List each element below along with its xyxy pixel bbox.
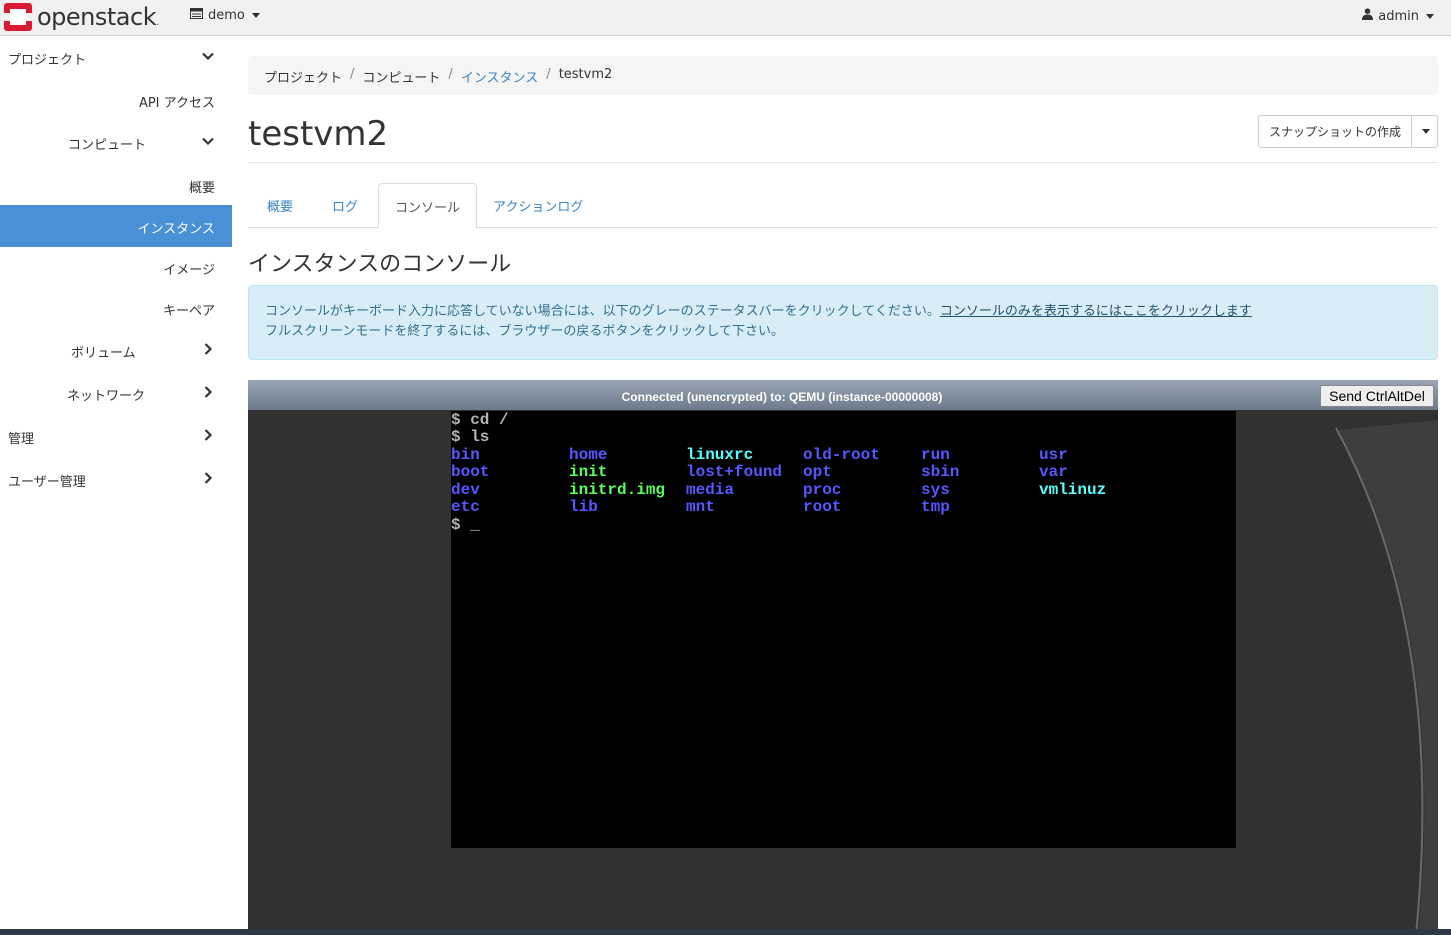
ls-entry: linuxrc: [686, 446, 754, 464]
user-name: admin: [1378, 8, 1419, 24]
sidebar-item-project[interactable]: プロジェクト: [0, 36, 232, 78]
chevron-right-icon: [204, 343, 213, 355]
sidebar-item-admin[interactable]: 管理: [0, 415, 232, 457]
sidebar-item-label: ユーザー管理: [8, 475, 86, 490]
snapshot-action-group: スナップショットの作成: [1257, 115, 1438, 148]
ls-entry: initrd.img: [569, 481, 666, 499]
sidebar-item-label: ボリューム: [71, 346, 136, 361]
breadcrumb-current: testvm2: [558, 67, 613, 82]
send-ctrl-alt-del-button[interactable]: Send CtrlAltDel: [1320, 385, 1434, 407]
chevron-right-icon: [204, 386, 213, 398]
ls-entry: root: [803, 498, 842, 516]
brand[interactable]: openstack.: [3, 1, 159, 33]
sidebar-item-label: 管理: [8, 432, 35, 447]
ls-entry: old-root: [803, 446, 880, 464]
connection-status: Connected (unencrypted) to: QEMU (instan…: [621, 390, 943, 404]
chevron-down-icon: [1421, 129, 1430, 134]
user-icon: [1362, 8, 1374, 24]
ls-entry: mnt: [686, 498, 715, 516]
page-title: testvm2: [248, 114, 389, 154]
alert-text: コンソールがキーボード入力に応答していない場合には、以下のグレーのステータスバー…: [265, 304, 940, 319]
sidebar-item-label: ネットワーク: [67, 389, 146, 404]
create-snapshot-button[interactable]: スナップショットの作成: [1257, 115, 1412, 148]
breadcrumb-item: プロジェクト: [264, 71, 343, 86]
breadcrumb-item: コンピュート: [362, 71, 441, 86]
chevron-right-icon: [204, 472, 213, 484]
sidebar-item-identity[interactable]: ユーザー管理: [0, 458, 232, 500]
console-section-title: インスタンスのコンソール: [248, 252, 512, 277]
chevron-down-icon: [251, 13, 260, 18]
breadcrumb: プロジェクト / コンピュート / インスタンス / testvm2: [248, 56, 1438, 95]
breadcrumb-separator: /: [546, 67, 551, 82]
project-list-icon: [190, 8, 203, 23]
ls-entry: lib: [569, 498, 598, 516]
sidebar: プロジェクト API アクセス コンピュート 概要 インスタンス イメージ キー…: [0, 36, 232, 935]
user-menu[interactable]: admin: [1362, 8, 1434, 24]
terminal-line: $ cd /: [451, 411, 509, 429]
alert-text: フルスクリーンモードを終了するには、ブラウザーの戻るボタンをクリックして下さい。: [265, 324, 784, 339]
chevron-right-icon: [204, 429, 213, 441]
sidebar-item-compute[interactable]: コンピュート: [0, 121, 232, 163]
sidebar-item-keypairs[interactable]: キーペア: [0, 287, 232, 329]
tab-bar: 概要 ログ コンソール アクションログ: [248, 183, 1438, 229]
sidebar-item-volumes[interactable]: ボリューム: [0, 329, 232, 371]
chevron-down-icon: [1426, 13, 1434, 19]
tab-overview[interactable]: 概要: [251, 183, 309, 228]
sidebar-item-label: インスタンス: [137, 222, 215, 237]
sidebar-item-network[interactable]: ネットワーク: [0, 372, 232, 414]
ls-entry: home: [569, 446, 608, 464]
ls-entry: vmlinuz: [1039, 481, 1107, 499]
tab-console[interactable]: コンソール: [378, 183, 478, 229]
breadcrumb-separator: /: [448, 67, 453, 82]
terminal-screen[interactable]: $ cd / $ ls bin home linuxrc old-root run usr…: [451, 411, 1236, 848]
terminal-prompt: $ _: [451, 516, 480, 534]
chevron-down-icon: [202, 137, 214, 146]
tab-action-log[interactable]: アクションログ: [477, 183, 599, 228]
sidebar-item-label: 概要: [188, 181, 215, 196]
breadcrumb-link-instances[interactable]: インスタンス: [461, 67, 538, 86]
ls-entry: dev: [451, 481, 480, 499]
actions-dropdown-toggle[interactable]: [1412, 115, 1438, 148]
project-switcher[interactable]: demo: [190, 8, 260, 23]
console-info-alert: コンソールがキーボード入力に応答していない場合には、以下のグレーのステータスバー…: [248, 285, 1438, 360]
window-bottom-edge: [0, 929, 1451, 935]
ls-entry: media: [686, 481, 735, 499]
ls-entry: init: [569, 463, 608, 481]
ls-entry: sbin: [921, 463, 960, 481]
ls-entry: sys: [921, 481, 950, 499]
sidebar-item-label: イメージ: [163, 263, 215, 278]
ls-entry: run: [921, 446, 950, 464]
sidebar-item-label: コンピュート: [68, 138, 147, 153]
top-navbar: openstack. demo admin: [0, 0, 1451, 36]
tab-log[interactable]: ログ: [316, 183, 374, 228]
sidebar-item-images[interactable]: イメージ: [0, 246, 232, 288]
chevron-down-icon: [202, 52, 214, 61]
ls-entry: tmp: [921, 498, 950, 516]
breadcrumb-separator: /: [350, 67, 355, 82]
openstack-logo-icon: [3, 2, 33, 32]
ls-entry: bin: [451, 446, 480, 464]
ls-entry: proc: [803, 481, 842, 499]
divider: [248, 162, 1438, 163]
sidebar-item-label: プロジェクト: [8, 53, 87, 68]
ls-entry: usr: [1039, 446, 1068, 464]
ls-entry: var: [1039, 463, 1068, 481]
ls-entry: boot: [451, 463, 490, 481]
console-only-link[interactable]: コンソールのみを表示するにはここをクリックします: [940, 304, 1252, 319]
ls-entry: opt: [803, 463, 832, 481]
brand-name: openstack.: [37, 3, 159, 31]
sidebar-item-instances[interactable]: インスタンス: [0, 205, 232, 247]
project-name: demo: [208, 8, 245, 23]
sidebar-item-label: API アクセス: [138, 96, 215, 111]
terminal-line: $ ls: [451, 428, 490, 446]
sidebar-item-label: キーペア: [162, 304, 215, 319]
ls-entry: lost+found: [686, 463, 783, 481]
vnc-console[interactable]: Connected (unencrypted) to: QEMU (instan…: [248, 380, 1438, 935]
ls-entry: etc: [451, 498, 480, 516]
sidebar-item-overview[interactable]: 概要: [0, 164, 232, 206]
sidebar-item-api-access[interactable]: API アクセス: [0, 79, 232, 121]
console-status-bar[interactable]: Connected (unencrypted) to: QEMU (instan…: [248, 380, 1438, 410]
